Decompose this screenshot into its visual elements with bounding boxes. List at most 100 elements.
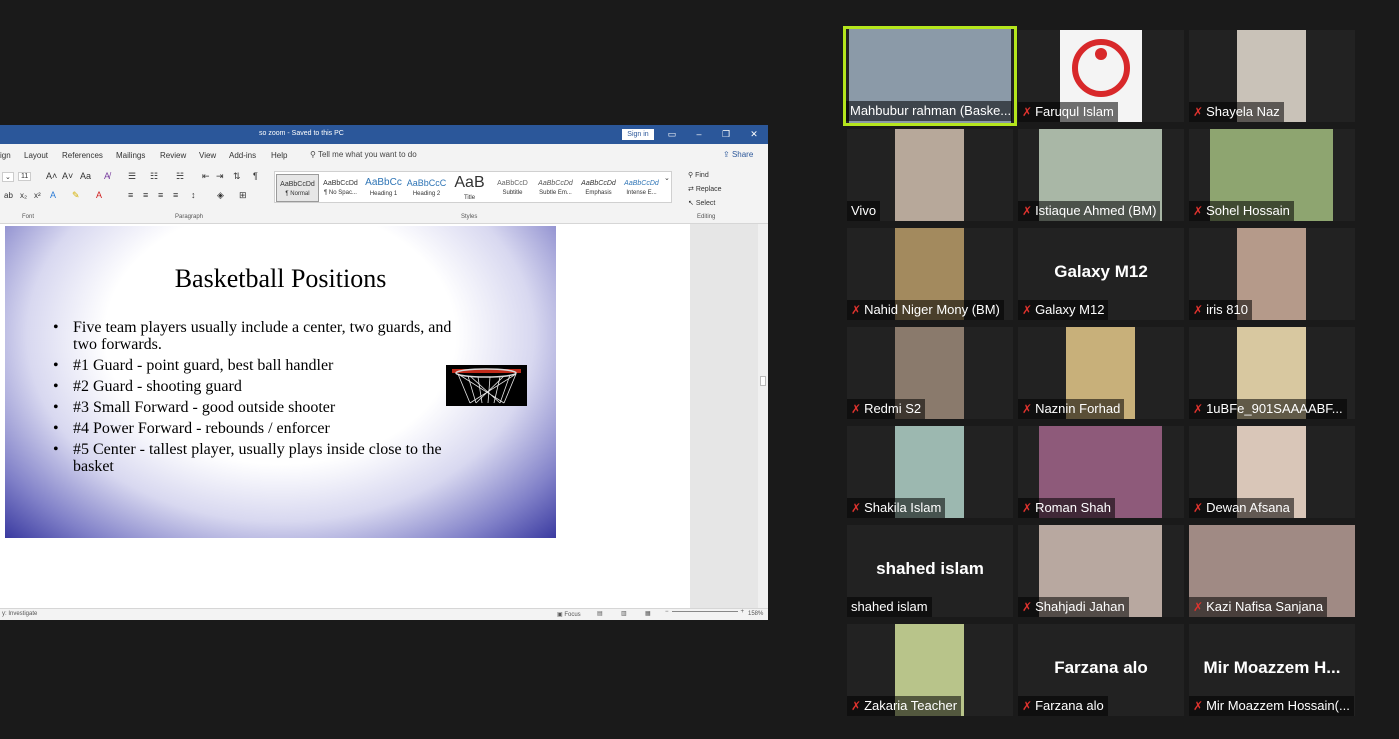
increase-indent-icon[interactable]: ⇥ xyxy=(216,171,224,182)
highlight-icon[interactable]: ✎ xyxy=(72,190,80,201)
zoom-slider[interactable]: − + xyxy=(665,609,744,615)
style-subtle-emphasis[interactable]: AaBbCcDd Subtle Em... xyxy=(534,174,577,202)
participant-tile[interactable]: ✗ 1uBFe_901SAAAABF... xyxy=(1189,327,1355,419)
participant-tile[interactable]: ✗ Shayela Naz xyxy=(1189,30,1355,122)
participant-tile[interactable]: ✗ Sohel Hossain xyxy=(1189,129,1355,221)
participant-tile[interactable]: ✗ Kazi Nafisa Sanjana xyxy=(1189,525,1355,617)
tab-view[interactable]: View xyxy=(199,151,216,160)
numbering-icon[interactable]: ☷ xyxy=(150,171,158,182)
tab-references[interactable]: References xyxy=(62,151,103,160)
vertical-scrollbar[interactable] xyxy=(758,224,768,608)
participant-tile[interactable]: ✗ Zakaria Teacher xyxy=(847,624,1013,716)
tab-layout[interactable]: Layout xyxy=(24,151,48,160)
participant-name: Galaxy M12 xyxy=(1035,302,1105,317)
style-intense-emphasis[interactable]: AaBbCcDd Intense E... xyxy=(620,174,663,202)
find-button[interactable]: ⚲ Find xyxy=(688,171,709,179)
participant-tile[interactable]: Mir Moazzem H... ✗ Mir Moazzem Hossain(..… xyxy=(1189,624,1355,716)
participant-tile[interactable]: ✗ Shahjadi Jahan xyxy=(1018,525,1184,617)
tell-me-box[interactable]: ⚲ Tell me what you want to do xyxy=(310,150,417,159)
shrink-font-icon[interactable]: A˅ xyxy=(62,171,73,181)
ribbon-tabs: ign Layout References Mailings Review Vi… xyxy=(0,144,768,166)
participant-tile[interactable]: shahed islam shahed islam xyxy=(847,525,1013,617)
select-button[interactable]: ↖ Select xyxy=(688,199,715,207)
style-subtitle[interactable]: AaBbCcD Subtitle xyxy=(491,174,534,202)
replace-button[interactable]: ⇄ Replace xyxy=(688,185,722,193)
participant-tile[interactable]: ✗ Nahid Niger Mony (BM) xyxy=(847,228,1013,320)
focus-button[interactable]: ▣ Focus xyxy=(557,611,581,618)
close-icon[interactable]: ✕ xyxy=(747,127,761,141)
share-button[interactable]: ⇪ Share xyxy=(723,150,753,159)
zoom-level[interactable]: 158% xyxy=(748,611,763,617)
tab-mailings[interactable]: Mailings xyxy=(116,151,145,160)
borders-icon[interactable]: ⊞ xyxy=(239,190,247,201)
decrease-indent-icon[interactable]: ⇤ xyxy=(202,171,210,182)
bullets-icon[interactable]: ☰ xyxy=(128,171,136,182)
subscript-icon[interactable]: x₂ xyxy=(20,191,27,200)
text-effects-icon[interactable]: A xyxy=(50,190,56,200)
print-layout-icon[interactable]: ▥ xyxy=(621,610,627,617)
participant-tile[interactable]: Vivo xyxy=(847,129,1013,221)
document-page[interactable]: Basketball Positions Five team players u… xyxy=(0,224,690,608)
participant-tile[interactable]: Galaxy M12 ✗ Galaxy M12 xyxy=(1018,228,1184,320)
participant-tile[interactable]: ✗ Dewan Afsana xyxy=(1189,426,1355,518)
grow-font-icon[interactable]: A˄ xyxy=(46,171,57,181)
align-center-icon[interactable]: ≡ xyxy=(143,190,148,200)
participant-tile[interactable]: Mahbubur rahman (Baske... xyxy=(843,26,1017,126)
font-name-dropdown[interactable]: ⌄ xyxy=(2,172,14,182)
shading-icon[interactable]: ◈ xyxy=(217,190,224,201)
participant-name-tag: ✗ Sohel Hossain xyxy=(1189,201,1294,221)
ribbon-display-icon[interactable]: ▭ xyxy=(665,127,679,141)
participant-name: Mahbubur rahman (Baske... xyxy=(846,101,1012,121)
web-layout-icon[interactable]: ▦ xyxy=(645,610,651,617)
tab-design[interactable]: ign xyxy=(0,151,11,160)
style-name: Emphasis xyxy=(585,190,612,196)
participant-tile[interactable]: ✗ iris 810 xyxy=(1189,228,1355,320)
participant-name: Roman Shah xyxy=(1035,500,1111,515)
superscript-icon[interactable]: x² xyxy=(34,191,41,200)
tab-review[interactable]: Review xyxy=(160,151,186,160)
style-normal[interactable]: AaBbCcDd ¶ Normal xyxy=(276,174,319,202)
participant-video xyxy=(895,129,964,221)
muted-mic-icon: ✗ xyxy=(1022,699,1033,713)
participant-tile[interactable]: ✗ Shakila Islam xyxy=(847,426,1013,518)
pilcrow-icon[interactable]: ¶ xyxy=(253,171,258,181)
tab-help[interactable]: Help xyxy=(271,151,287,160)
participant-tile[interactable]: ✗ Naznin Forhad xyxy=(1018,327,1184,419)
font-size-dropdown[interactable]: 11 xyxy=(18,172,32,181)
participant-tile[interactable]: Farzana alo ✗ Farzana alo xyxy=(1018,624,1184,716)
read-mode-icon[interactable]: ▤ xyxy=(597,610,603,617)
style-title[interactable]: AaB Title xyxy=(448,174,491,202)
clear-formatting-icon[interactable]: A̸ xyxy=(104,171,110,181)
styles-more-icon[interactable]: ⌄ xyxy=(664,174,670,182)
participant-name: Kazi Nafisa Sanjana xyxy=(1206,599,1324,614)
participant-name-tag: ✗ Kazi Nafisa Sanjana xyxy=(1189,597,1328,617)
participant-tile[interactable]: ✗ Istiaque Ahmed (BM) xyxy=(1018,129,1184,221)
participant-name-tag: ✗ iris 810 xyxy=(1189,300,1252,320)
justify-icon[interactable]: ≡ xyxy=(173,190,178,200)
strikethrough-icon[interactable]: ab xyxy=(4,191,13,200)
participant-tile[interactable]: ✗ Redmi S2 xyxy=(847,327,1013,419)
participant-name-tag: ✗ Farzana alo xyxy=(1018,696,1108,716)
document-area: Basketball Positions Five team players u… xyxy=(0,224,768,608)
sort-icon[interactable]: ⇅ xyxy=(233,171,241,182)
document-title[interactable]: so zoom - Saved to this PC xyxy=(259,130,344,137)
participant-tile[interactable]: ✗ Roman Shah xyxy=(1018,426,1184,518)
multilevel-list-icon[interactable]: ☵ xyxy=(176,171,184,182)
font-color-icon[interactable]: A xyxy=(96,190,102,200)
minimize-icon[interactable]: – xyxy=(692,127,706,141)
align-left-icon[interactable]: ≡ xyxy=(128,190,133,200)
participant-name-tag: ✗ Istiaque Ahmed (BM) xyxy=(1018,201,1161,221)
align-right-icon[interactable]: ≡ xyxy=(158,190,163,200)
style-no-spacing[interactable]: AaBbCcDd ¶ No Spac... xyxy=(319,174,362,202)
style-heading-1[interactable]: AaBbCc Heading 1 xyxy=(362,174,405,202)
line-spacing-icon[interactable]: ↕ xyxy=(191,190,196,200)
change-case-icon[interactable]: Aa xyxy=(80,171,91,181)
style-heading-2[interactable]: AaBbCcC Heading 2 xyxy=(405,174,448,202)
scrollbar-thumb[interactable] xyxy=(760,376,766,386)
tab-add-ins[interactable]: Add-ins xyxy=(229,151,256,160)
style-emphasis[interactable]: AaBbCcDd Emphasis xyxy=(577,174,620,202)
restore-icon[interactable]: ❐ xyxy=(719,127,733,141)
participant-name: Faruqul Islam xyxy=(1035,104,1114,119)
sign-in-button[interactable]: Sign in xyxy=(622,129,654,140)
participant-tile[interactable]: ✗ Faruqul Islam xyxy=(1018,30,1184,122)
